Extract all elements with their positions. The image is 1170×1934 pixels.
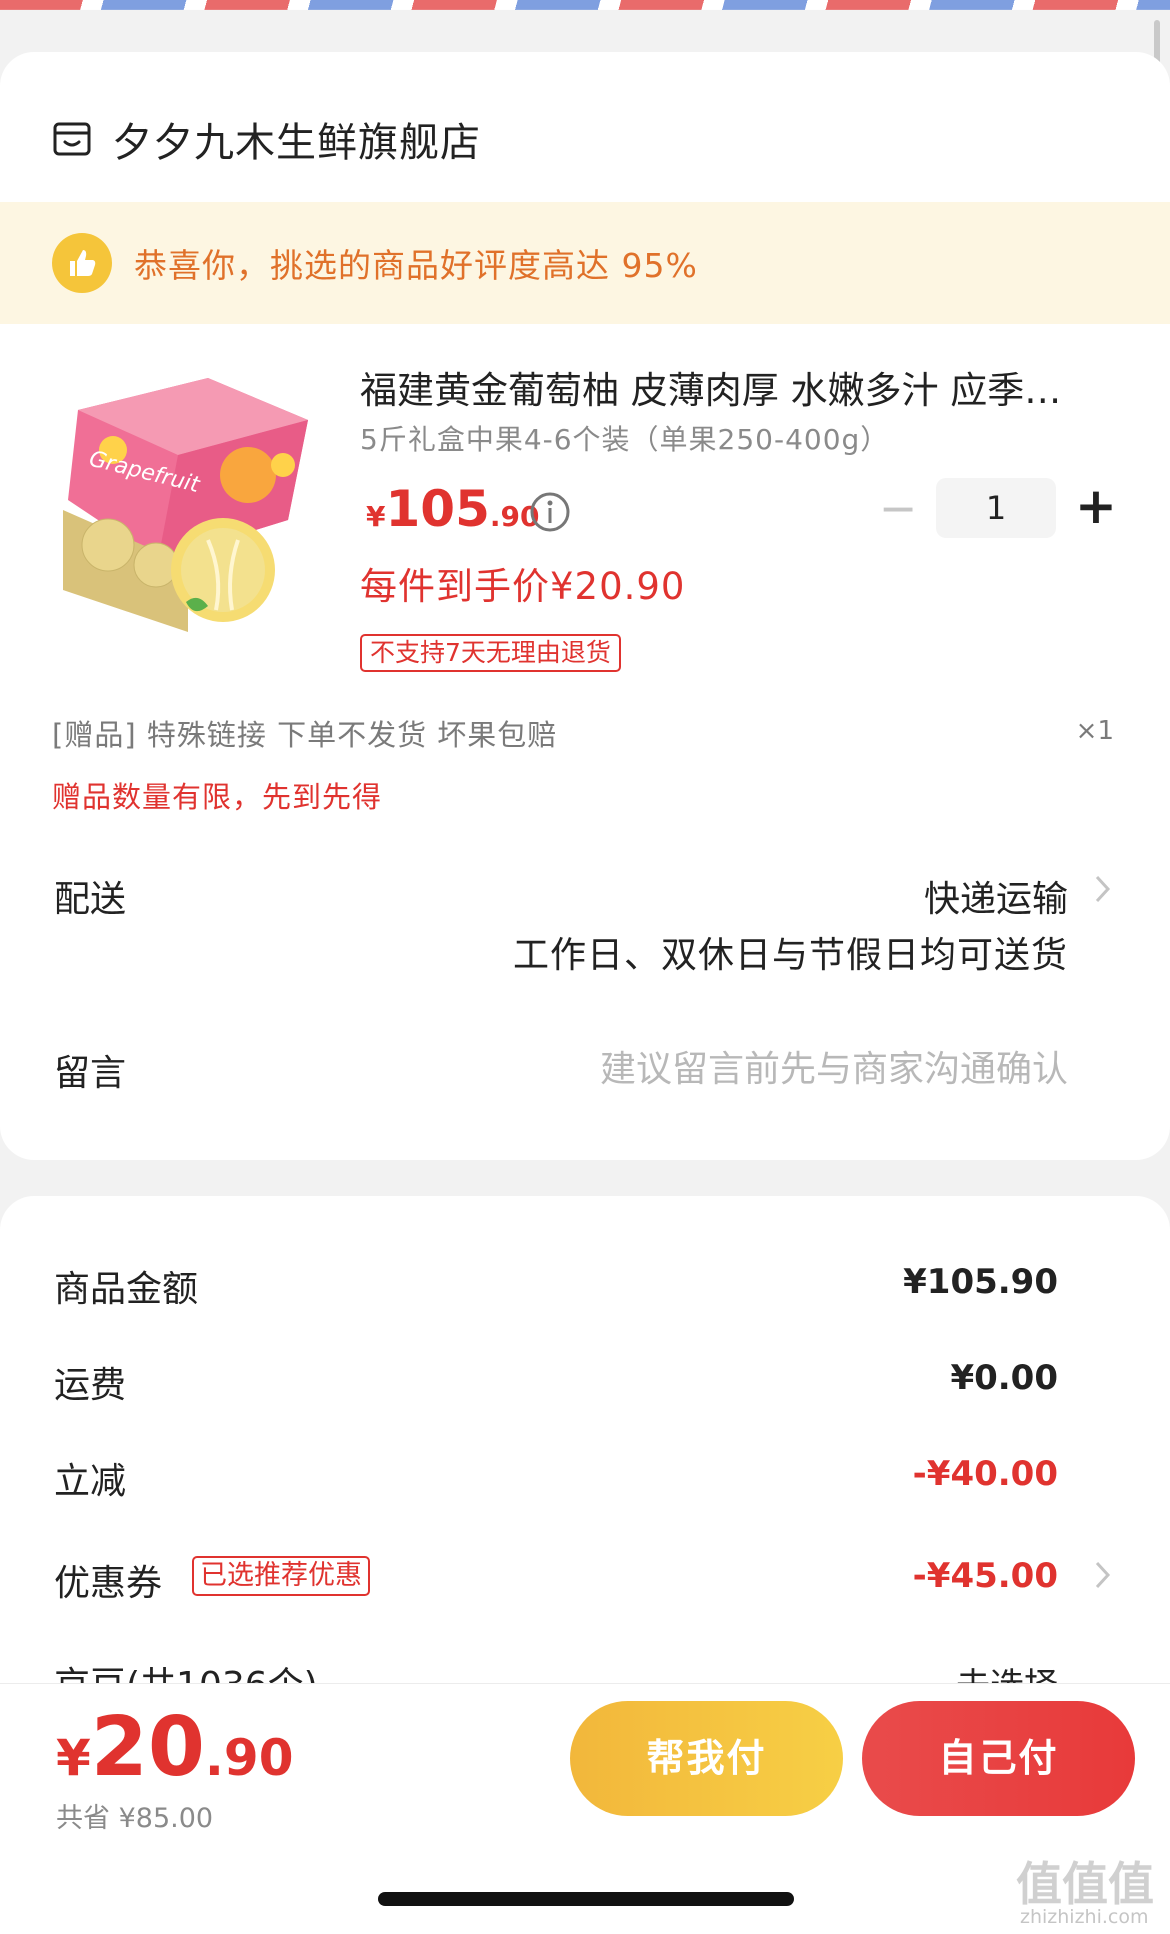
store-header[interactable]: 夕夕九木生鲜旗舰店: [52, 110, 481, 168]
price-integer: 105: [385, 480, 490, 538]
praise-banner: 恭喜你，挑选的商品好评度高达 95%: [0, 202, 1170, 324]
chevron-right-icon[interactable]: [1094, 1560, 1112, 1590]
home-indicator[interactable]: [378, 1892, 794, 1906]
price-symbol: ¥: [366, 500, 386, 533]
quantity-decrease-button[interactable]: −: [878, 485, 918, 531]
pay-myself-button[interactable]: 自己付: [862, 1701, 1135, 1816]
goods-amount-label: 商品金额: [54, 1269, 199, 1310]
product-image[interactable]: Grapefruit: [58, 370, 320, 632]
store-icon: [53, 122, 91, 156]
message-label: 留言: [54, 1053, 127, 1094]
chevron-right-icon[interactable]: [1094, 874, 1112, 904]
gift-notice: 赠品数量有限，先到先得: [52, 780, 383, 814]
thumbs-up-icon: [52, 233, 112, 293]
coupon-value[interactable]: -¥45.00: [913, 1556, 1058, 1596]
watermark-logo: 值值值: [1016, 1857, 1154, 1911]
delivery-label: 配送: [54, 879, 127, 920]
help-me-pay-button[interactable]: 帮我付: [570, 1701, 843, 1816]
checkout-bar: ¥ 20 .90 共省 ¥85.00 帮我付 自己付: [0, 1683, 1170, 1934]
message-input[interactable]: [508, 1044, 1068, 1094]
shipping-value: ¥0.00: [950, 1358, 1058, 1398]
envelope-stripe-decoration: [0, 0, 1170, 10]
product-title[interactable]: 福建黄金葡萄柚 皮薄肉厚 水嫩多汁 应季…: [360, 360, 1120, 414]
coupon-label: 优惠券: [54, 1563, 163, 1604]
shipping-label: 运费: [54, 1365, 127, 1406]
quantity-increase-button[interactable]: +: [1074, 481, 1118, 531]
discount-label: 立减: [54, 1461, 127, 1502]
quantity-input[interactable]: 1: [936, 478, 1056, 538]
gift-quantity: ×1: [1075, 716, 1114, 746]
info-icon[interactable]: [528, 490, 572, 534]
coupon-status-tag: 已选推荐优惠: [192, 1556, 370, 1596]
watermark-url: zhizhizhi.com: [1020, 1906, 1149, 1928]
saved-amount: 共省 ¥85.00: [56, 1803, 214, 1834]
gift-item: [赠品] 特殊链接 下单不发货 坏果包赔: [52, 718, 558, 752]
discount-value: -¥40.00: [912, 1454, 1058, 1494]
total-price: ¥ 20 .90: [56, 1700, 294, 1795]
return-policy-tag: 不支持7天无理由退货: [360, 634, 621, 672]
product-spec[interactable]: 5斤礼盒中果4-6个装（单果250-400g）: [360, 418, 889, 458]
delivery-schedule: 工作日、双休日与节假日均可送货: [512, 935, 1068, 976]
goods-amount-value: ¥105.90: [903, 1262, 1058, 1302]
product-price: ¥ 105 .90: [366, 480, 539, 538]
unit-price: 每件到手价¥20.90: [360, 565, 686, 608]
total-decimal: .90: [204, 1729, 294, 1787]
total-integer: 20: [90, 1700, 205, 1795]
total-symbol: ¥: [56, 1729, 91, 1787]
delivery-method[interactable]: 快递运输: [924, 870, 1068, 922]
praise-text: 恭喜你，挑选的商品好评度高达 95%: [134, 246, 698, 285]
store-name: 夕夕九木生鲜旗舰店: [112, 120, 481, 166]
